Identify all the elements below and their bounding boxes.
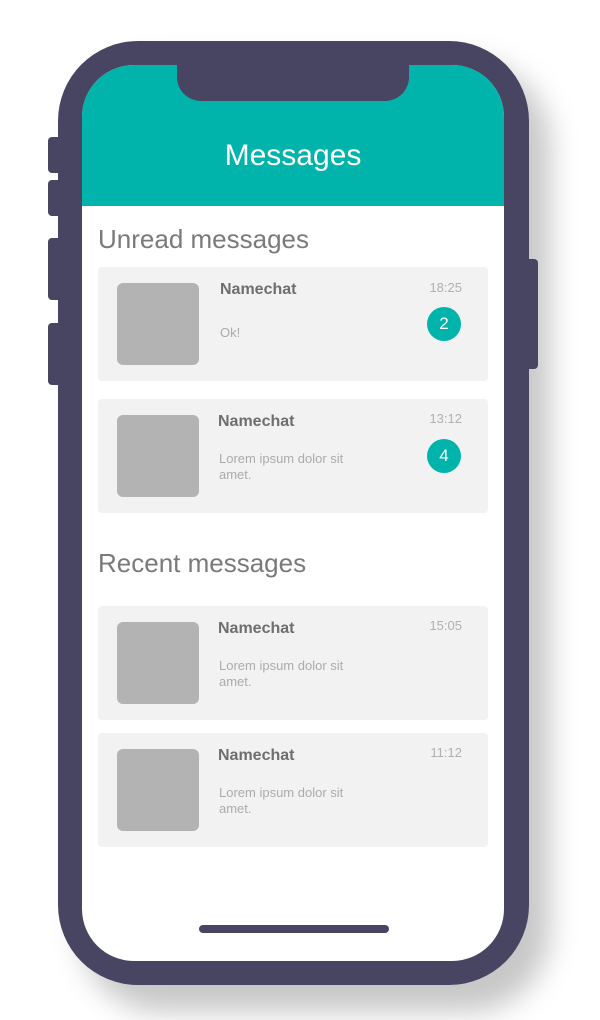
chat-list-item[interactable]: Namechat Ok! 18:25 2	[98, 267, 488, 381]
phone-screen: Messages Unread messages Namechat Ok! 18…	[82, 65, 504, 961]
chat-name: Namechat	[218, 620, 295, 637]
unread-count-badge: 4	[427, 439, 461, 473]
chat-preview: Lorem ipsum dolor sit amet.	[219, 658, 344, 689]
unread-count-badge: 2	[427, 307, 461, 341]
phone-notch	[177, 65, 409, 101]
chat-preview: Ok!	[220, 325, 241, 340]
page-title: Messages	[224, 139, 362, 172]
recent-section-title: Recent messages	[98, 548, 307, 578]
chat-time: 13:12	[429, 411, 462, 426]
chat-name: Namechat	[218, 747, 295, 764]
avatar	[117, 283, 199, 365]
chat-name: Namechat	[218, 413, 295, 430]
unread-section-title: Unread messages	[98, 224, 309, 254]
app-header: Messages	[82, 65, 504, 206]
chat-list-item[interactable]: Namechat Lorem ipsum dolor sit amet. 11:…	[98, 733, 488, 847]
chat-list-item[interactable]: Namechat Lorem ipsum dolor sit amet. 15:…	[98, 606, 488, 720]
home-indicator[interactable]	[199, 925, 389, 933]
chat-preview: Lorem ipsum dolor sit amet.	[219, 785, 344, 816]
chat-preview: Lorem ipsum dolor sit amet.	[219, 451, 344, 482]
chat-list-item[interactable]: Namechat Lorem ipsum dolor sit amet. 13:…	[98, 399, 488, 513]
chat-name: Namechat	[220, 281, 297, 298]
avatar	[117, 749, 199, 831]
chat-time: 18:25	[429, 280, 462, 295]
chat-time: 11:12	[430, 745, 462, 760]
avatar	[117, 415, 199, 497]
avatar	[117, 622, 199, 704]
chat-time: 15:05	[429, 618, 462, 633]
